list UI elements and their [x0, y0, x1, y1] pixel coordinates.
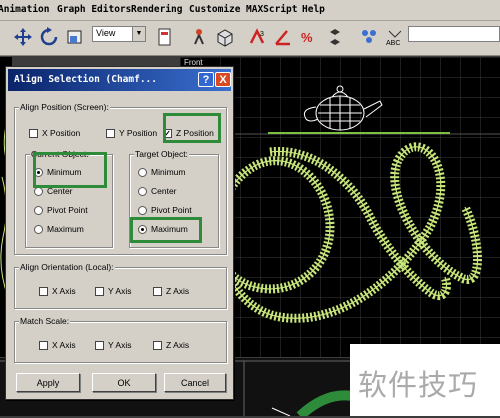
ok-button[interactable]: OK — [92, 373, 156, 392]
menu-customize[interactable]: Customize — [189, 4, 240, 15]
menu-bar: Animation Graph Editors Rendering Custom… — [0, 0, 500, 21]
menu-graph-editors[interactable]: Graph Editors — [57, 4, 131, 15]
watermark-text: 软件技巧 — [358, 368, 479, 402]
target-center-radio[interactable]: Center — [138, 186, 177, 196]
match-scale-group: Match Scale: X Axis Y Axis Z Axis — [14, 316, 227, 363]
y-position-checkbox[interactable]: Y Position — [106, 128, 157, 138]
menu-maxscript[interactable]: MAXScript — [246, 4, 297, 15]
scale-x-axis-checkbox[interactable]: X Axis — [39, 340, 76, 350]
current-maximum-radio[interactable]: Maximum — [34, 224, 84, 234]
percent-snap-icon[interactable]: % — [298, 25, 320, 49]
svg-text:%: % — [301, 30, 313, 45]
menu-animation[interactable]: Animation — [0, 4, 49, 15]
align-position-label: Align Position (Screen): — [19, 102, 110, 112]
apply-button[interactable]: Apply — [16, 373, 80, 392]
close-button[interactable]: X — [215, 72, 231, 87]
orient-y-axis-checkbox[interactable]: Y Axis — [95, 286, 131, 296]
dialog-titlebar[interactable]: Align Selection (Chamf... ? X — [8, 69, 231, 91]
cancel-button[interactable]: Cancel — [164, 373, 226, 392]
dialog-title: Align Selection (Chamf... — [14, 74, 157, 85]
align-orientation-label: Align Orientation (Local): — [19, 262, 115, 272]
named-selection-field[interactable] — [408, 26, 500, 42]
scale-y-axis-checkbox[interactable]: Y Axis — [95, 340, 131, 350]
target-pivot-radio[interactable]: Pivot Point — [138, 205, 192, 215]
svg-text:3: 3 — [260, 31, 264, 38]
select-scale-icon[interactable] — [64, 25, 86, 49]
orient-x-axis-checkbox[interactable]: X Axis — [39, 286, 76, 296]
spinner-snap-icon[interactable] — [324, 25, 346, 49]
align-orientation-group: Align Orientation (Local): X Axis Y Axis… — [14, 262, 227, 309]
select-rotate-icon[interactable] — [38, 25, 60, 49]
reference-coordinate-select[interactable]: View ▼ — [92, 26, 146, 42]
z-position-highlight — [163, 113, 221, 143]
match-scale-label: Match Scale: — [19, 316, 71, 326]
layers-icon[interactable] — [358, 25, 380, 49]
selection-set-icon[interactable] — [154, 25, 176, 49]
x-position-checkbox[interactable]: X Position — [29, 128, 80, 138]
orient-z-axis-checkbox[interactable]: Z Axis — [153, 286, 189, 296]
scale-z-axis-checkbox[interactable]: Z Axis — [153, 340, 189, 350]
minimum-highlight — [33, 152, 107, 188]
chevron-down-icon[interactable]: ▼ — [132, 27, 145, 41]
align-icon[interactable] — [214, 25, 236, 49]
mirror-icon[interactable] — [188, 25, 210, 49]
target-object-label: Target Object: — [134, 149, 189, 159]
svg-text:ABC: ABC — [386, 40, 400, 47]
help-button[interactable]: ? — [198, 72, 214, 87]
menu-rendering[interactable]: Rendering — [131, 4, 182, 15]
target-minimum-radio[interactable]: Minimum — [138, 167, 185, 177]
current-pivot-radio[interactable]: Pivot Point — [34, 205, 88, 215]
maximum-highlight — [130, 217, 202, 243]
angle-snap-icon[interactable] — [272, 25, 294, 49]
select-move-icon[interactable] — [12, 25, 34, 49]
main-toolbar: View ▼ 3 % ABC — [0, 21, 500, 56]
snap-3d-icon[interactable]: 3 — [246, 25, 268, 49]
abc-icon[interactable]: ABC — [384, 25, 406, 49]
menu-help[interactable]: Help — [302, 4, 325, 15]
